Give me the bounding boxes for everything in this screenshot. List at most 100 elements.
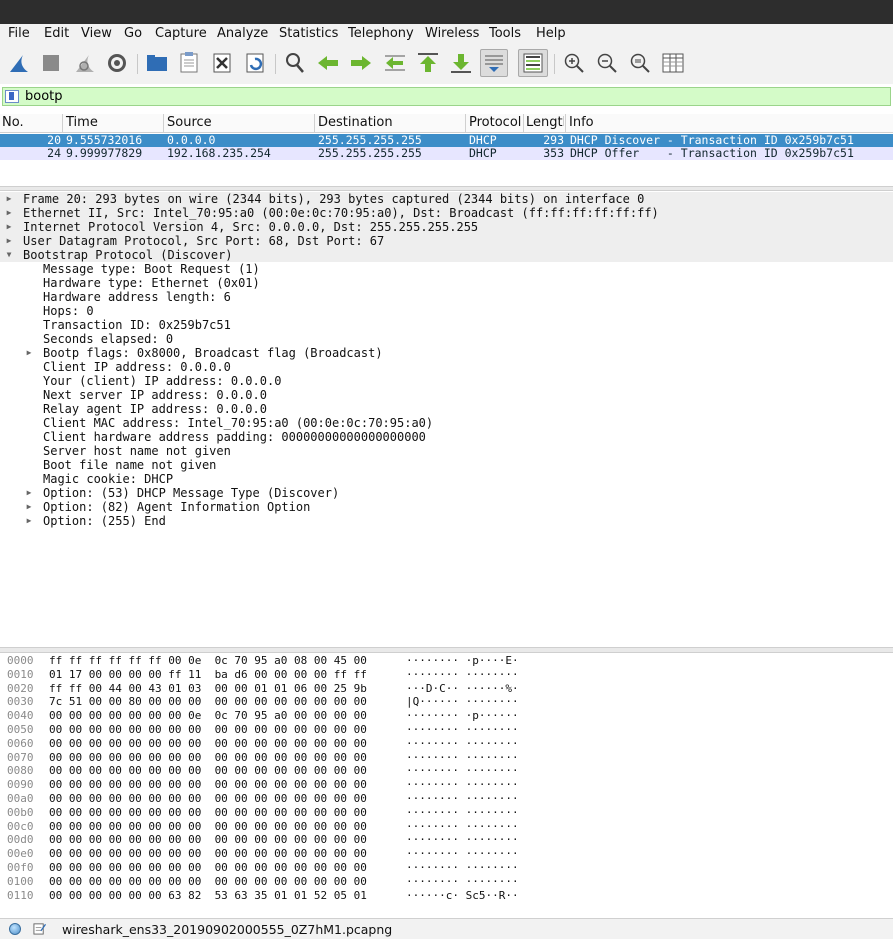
column-header-source[interactable]: Source	[167, 115, 212, 130]
resize-columns-icon[interactable]	[660, 50, 686, 76]
capture-comment-icon[interactable]	[33, 922, 46, 935]
column-separator[interactable]	[163, 114, 164, 132]
hex-dump-row[interactable]: 0040 00 00 00 00 00 00 00 0e 0c 70 95 a0 …	[0, 709, 893, 723]
detail-tree-item[interactable]: Server host name not given	[0, 444, 893, 458]
menu-go[interactable]: Go	[124, 26, 142, 41]
go-forward-icon[interactable]	[348, 50, 374, 76]
hex-dump-row[interactable]: 0010 01 17 00 00 00 00 ff 11 ba d6 00 00 …	[0, 668, 893, 682]
column-header-info[interactable]: Info	[569, 115, 594, 130]
detail-tree-item[interactable]: Client hardware address padding: 0000000…	[0, 430, 893, 444]
hex-dump-row[interactable]: 00a0 00 00 00 00 00 00 00 00 00 00 00 00 …	[0, 792, 893, 806]
detail-tree-item[interactable]: Transaction ID: 0x259b7c51	[0, 318, 893, 332]
menu-help[interactable]: Help	[536, 26, 566, 41]
hex-dump-row[interactable]: 0080 00 00 00 00 00 00 00 00 00 00 00 00 …	[0, 764, 893, 778]
stop-capture-icon[interactable]	[38, 50, 64, 76]
column-separator[interactable]	[62, 114, 63, 132]
colorize-icon[interactable]	[518, 49, 548, 77]
menu-analyze[interactable]: Analyze	[217, 26, 268, 41]
go-back-icon[interactable]	[315, 50, 341, 76]
expand-arrow-right-icon[interactable]: ▶	[4, 234, 14, 248]
go-to-packet-icon[interactable]	[382, 50, 408, 76]
hex-dump-row[interactable]: 0050 00 00 00 00 00 00 00 00 00 00 00 00 …	[0, 723, 893, 737]
zoom-in-icon[interactable]	[561, 50, 587, 76]
detail-tree-item[interactable]: Relay agent IP address: 0.0.0.0	[0, 402, 893, 416]
hex-dump-row[interactable]: 00c0 00 00 00 00 00 00 00 00 00 00 00 00 …	[0, 820, 893, 834]
find-packet-icon[interactable]	[282, 50, 308, 76]
detail-tree-item[interactable]: Seconds elapsed: 0	[0, 332, 893, 346]
detail-tree-item[interactable]: Message type: Boot Request (1)	[0, 262, 893, 276]
menu-capture[interactable]: Capture	[155, 26, 207, 41]
column-separator[interactable]	[565, 114, 566, 132]
detail-tree-item[interactable]: Hops: 0	[0, 304, 893, 318]
detail-tree-item[interactable]: Hardware address length: 6	[0, 290, 893, 304]
column-header-destination[interactable]: Destination	[318, 115, 393, 130]
menu-file[interactable]: File	[8, 26, 30, 41]
restart-capture-icon[interactable]	[72, 50, 98, 76]
hex-dump-row[interactable]: 0030 7c 51 00 00 80 00 00 00 00 00 00 00 …	[0, 695, 893, 709]
save-file-icon[interactable]	[176, 50, 202, 76]
hex-dump-row[interactable]: 0090 00 00 00 00 00 00 00 00 00 00 00 00 …	[0, 778, 893, 792]
detail-tree-item[interactable]: ▼ Bootstrap Protocol (Discover)	[0, 248, 893, 262]
expand-arrow-down-icon[interactable]: ▼	[4, 248, 14, 262]
column-separator[interactable]	[314, 114, 315, 132]
hex-dump-row[interactable]: 00d0 00 00 00 00 00 00 00 00 00 00 00 00 …	[0, 833, 893, 847]
expand-arrow-right-icon[interactable]: ▶	[24, 346, 34, 360]
column-header-no[interactable]: No.	[2, 115, 24, 130]
detail-tree-item[interactable]: ▶ Option: (255) End	[0, 514, 893, 528]
column-header-length[interactable]: Length	[526, 115, 564, 130]
display-filter-input[interactable]	[23, 88, 885, 105]
menu-wireless[interactable]: Wireless	[425, 26, 479, 41]
detail-tree-item[interactable]: ▶ Ethernet II, Src: Intel_70:95:a0 (00:0e…	[0, 206, 893, 220]
detail-tree-item[interactable]: Your (client) IP address: 0.0.0.0	[0, 374, 893, 388]
expand-arrow-right-icon[interactable]: ▶	[4, 220, 14, 234]
hex-dump-row[interactable]: 00f0 00 00 00 00 00 00 00 00 00 00 00 00 …	[0, 861, 893, 875]
hex-dump-row[interactable]: 0060 00 00 00 00 00 00 00 00 00 00 00 00 …	[0, 737, 893, 751]
reload-file-icon[interactable]	[242, 50, 268, 76]
hex-dump-row[interactable]: 0070 00 00 00 00 00 00 00 00 00 00 00 00 …	[0, 751, 893, 765]
first-packet-icon[interactable]	[415, 50, 441, 76]
hex-dump-row[interactable]: 00e0 00 00 00 00 00 00 00 00 00 00 00 00 …	[0, 847, 893, 861]
detail-tree-item[interactable]: ▶ Option: (82) Agent Information Option	[0, 500, 893, 514]
expert-info-icon[interactable]	[9, 923, 21, 935]
last-packet-icon[interactable]	[448, 50, 474, 76]
expand-arrow-right-icon[interactable]: ▶	[4, 206, 14, 220]
detail-tree-item[interactable]: ▶ User Datagram Protocol, Src Port: 68, D…	[0, 234, 893, 248]
open-folder-icon[interactable]	[144, 50, 170, 76]
menu-view[interactable]: View	[81, 26, 112, 41]
detail-tree-item[interactable]: ▶ Bootp flags: 0x8000, Broadcast flag (Br…	[0, 346, 893, 360]
column-separator[interactable]	[465, 114, 466, 132]
menu-edit[interactable]: Edit	[44, 26, 69, 41]
zoom-out-icon[interactable]	[594, 50, 620, 76]
autoscroll-icon[interactable]	[480, 49, 508, 77]
hex-dump-row[interactable]: 0000 ff ff ff ff ff ff 00 0e 0c 70 95 a0 …	[0, 654, 893, 668]
hex-dump-row[interactable]: 0020 ff ff 00 44 00 43 01 03 00 00 01 01 …	[0, 682, 893, 696]
detail-tree-item[interactable]: Hardware type: Ethernet (0x01)	[0, 276, 893, 290]
packet-row[interactable]: 24 9.999977829 192.168.235.254 255.255.2…	[0, 147, 893, 160]
menu-telephony[interactable]: Telephony	[348, 26, 414, 41]
bookmark-icon[interactable]	[5, 90, 19, 103]
expand-arrow-right-icon[interactable]: ▶	[24, 486, 34, 500]
menu-tools[interactable]: Tools	[489, 26, 521, 41]
detail-tree-item[interactable]: Client IP address: 0.0.0.0	[0, 360, 893, 374]
detail-tree-item[interactable]: ▶ Internet Protocol Version 4, Src: 0.0.0…	[0, 220, 893, 234]
hex-dump-row[interactable]: 0110 00 00 00 00 00 00 63 82 53 63 35 01 …	[0, 889, 893, 903]
menu-statistics[interactable]: Statistics	[279, 26, 338, 41]
zoom-normal-icon[interactable]	[627, 50, 653, 76]
detail-tree-item[interactable]: Client MAC address: Intel_70:95:a0 (00:0…	[0, 416, 893, 430]
detail-tree-item[interactable]: ▶ Frame 20: 293 bytes on wire (2344 bits)…	[0, 192, 893, 206]
expand-arrow-right-icon[interactable]: ▶	[4, 192, 14, 206]
capture-options-icon[interactable]	[104, 50, 130, 76]
detail-tree-item[interactable]: Magic cookie: DHCP	[0, 472, 893, 486]
expand-arrow-right-icon[interactable]: ▶	[24, 500, 34, 514]
column-header-time[interactable]: Time	[66, 115, 98, 130]
expand-arrow-right-icon[interactable]: ▶	[24, 514, 34, 528]
shark-fin-start-icon[interactable]	[6, 50, 32, 76]
detail-tree-item[interactable]: Boot file name not given	[0, 458, 893, 472]
close-file-icon[interactable]	[209, 50, 235, 76]
hex-dump-row[interactable]: 0100 00 00 00 00 00 00 00 00 00 00 00 00 …	[0, 875, 893, 889]
detail-tree-item[interactable]: Next server IP address: 0.0.0.0	[0, 388, 893, 402]
column-separator[interactable]	[523, 114, 524, 132]
detail-tree-item[interactable]: ▶ Option: (53) DHCP Message Type (Discove…	[0, 486, 893, 500]
hex-dump-row[interactable]: 00b0 00 00 00 00 00 00 00 00 00 00 00 00 …	[0, 806, 893, 820]
column-header-protocol[interactable]: Protocol	[469, 115, 521, 130]
